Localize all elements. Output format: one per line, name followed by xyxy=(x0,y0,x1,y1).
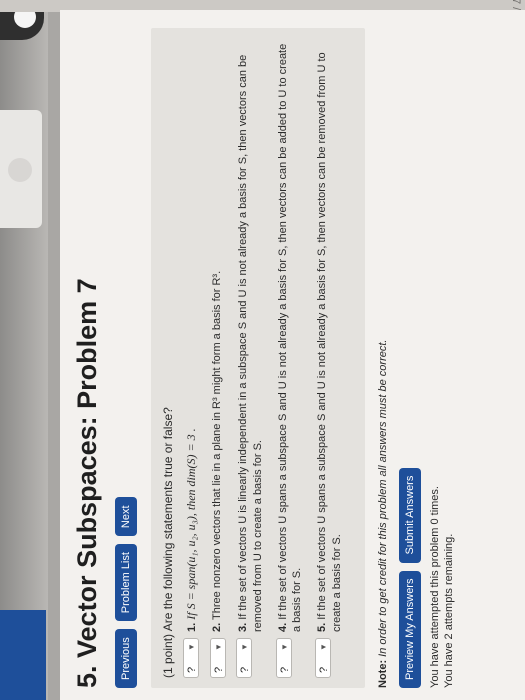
question-number: 4. xyxy=(276,622,289,632)
answer-select-5[interactable]: ? ▼ xyxy=(315,638,332,678)
problem-page: 5. Vector Subspaces: Problem 7 Previous … xyxy=(60,10,525,700)
question-2: ? ▼ 2. Three nonzero vectors that lie in … xyxy=(209,38,226,678)
attempts-message: You have attempted this problem 0 times. xyxy=(428,486,441,688)
browser-sidebar xyxy=(0,0,48,700)
select-value: ? xyxy=(318,666,331,673)
preview-answers-button[interactable]: Preview My Answers xyxy=(398,570,421,688)
chevron-down-icon: ▼ xyxy=(187,643,196,651)
question-4: ? ▼ 4. If the set of vectors U spans a su… xyxy=(275,38,306,678)
note-text: In order to get credit for this problem … xyxy=(376,339,389,657)
credit-note: Note: In order to get credit for this pr… xyxy=(377,28,389,688)
chevron-down-icon: ▼ xyxy=(319,643,329,651)
select-value: ? xyxy=(212,666,225,673)
tab-indicator xyxy=(8,158,32,182)
question-number: 2. xyxy=(210,622,223,632)
chevron-down-icon: ▼ xyxy=(279,643,289,651)
previous-button[interactable]: Previous xyxy=(115,629,137,688)
question-text: If the set of vectors U spans a subspace… xyxy=(316,52,344,632)
question-3: ? ▼ 3. If the set of vectors U is linearl… xyxy=(235,38,266,678)
page-title: 5. Vector Subspaces: Problem 7 xyxy=(72,278,102,688)
problem-panel: (1 point) Are the following statements t… xyxy=(151,28,365,688)
answer-select-1[interactable]: ? ▼ xyxy=(183,638,199,678)
problem-prompt: (1 point) Are the following statements t… xyxy=(161,407,175,678)
answer-select-3[interactable]: ? ▼ xyxy=(235,638,252,678)
note-label: Note: xyxy=(376,659,389,688)
answer-select-2[interactable]: ? ▼ xyxy=(209,638,226,678)
answer-buttons: Preview My Answers Submit Answers xyxy=(398,28,421,688)
remaining-message: You have 2 attempts remaining. xyxy=(442,533,455,688)
answer-select-4[interactable]: ? ▼ xyxy=(275,638,292,678)
question-text: If the set of vectors U spans a subspace… xyxy=(276,43,304,632)
question-text: If the set of vectors U is linearly inde… xyxy=(236,54,264,632)
sidebar-tab[interactable] xyxy=(0,110,42,228)
question-number: 5. xyxy=(316,622,329,632)
question-text: Three nonzero vectors that lie in a plan… xyxy=(210,270,223,620)
chevron-down-icon: ▼ xyxy=(239,643,249,651)
question-number: 3. xyxy=(236,622,249,632)
chevron-down-icon: ▼ xyxy=(213,643,223,651)
question-text: If S = span(u₁, u₂, u₃), then dim(S) = 3… xyxy=(184,428,198,620)
submit-answers-button[interactable]: Submit Answers xyxy=(398,467,421,563)
select-value: ? xyxy=(186,666,198,673)
select-value: ? xyxy=(238,666,251,673)
question-5: ? ▼ 5. If the set of vectors U spans a su… xyxy=(315,38,345,678)
problem-nav: Previous Problem List Next xyxy=(115,28,137,688)
question-number: 1. xyxy=(186,622,198,632)
next-button[interactable]: Next xyxy=(115,497,137,537)
sidebar-accent xyxy=(0,610,46,700)
problem-list-button[interactable]: Problem List xyxy=(115,544,137,622)
select-value: ? xyxy=(278,666,291,673)
question-1: ? ▼ 1. If S = span(u₁, u₂, u₃), then dim(… xyxy=(183,38,200,678)
